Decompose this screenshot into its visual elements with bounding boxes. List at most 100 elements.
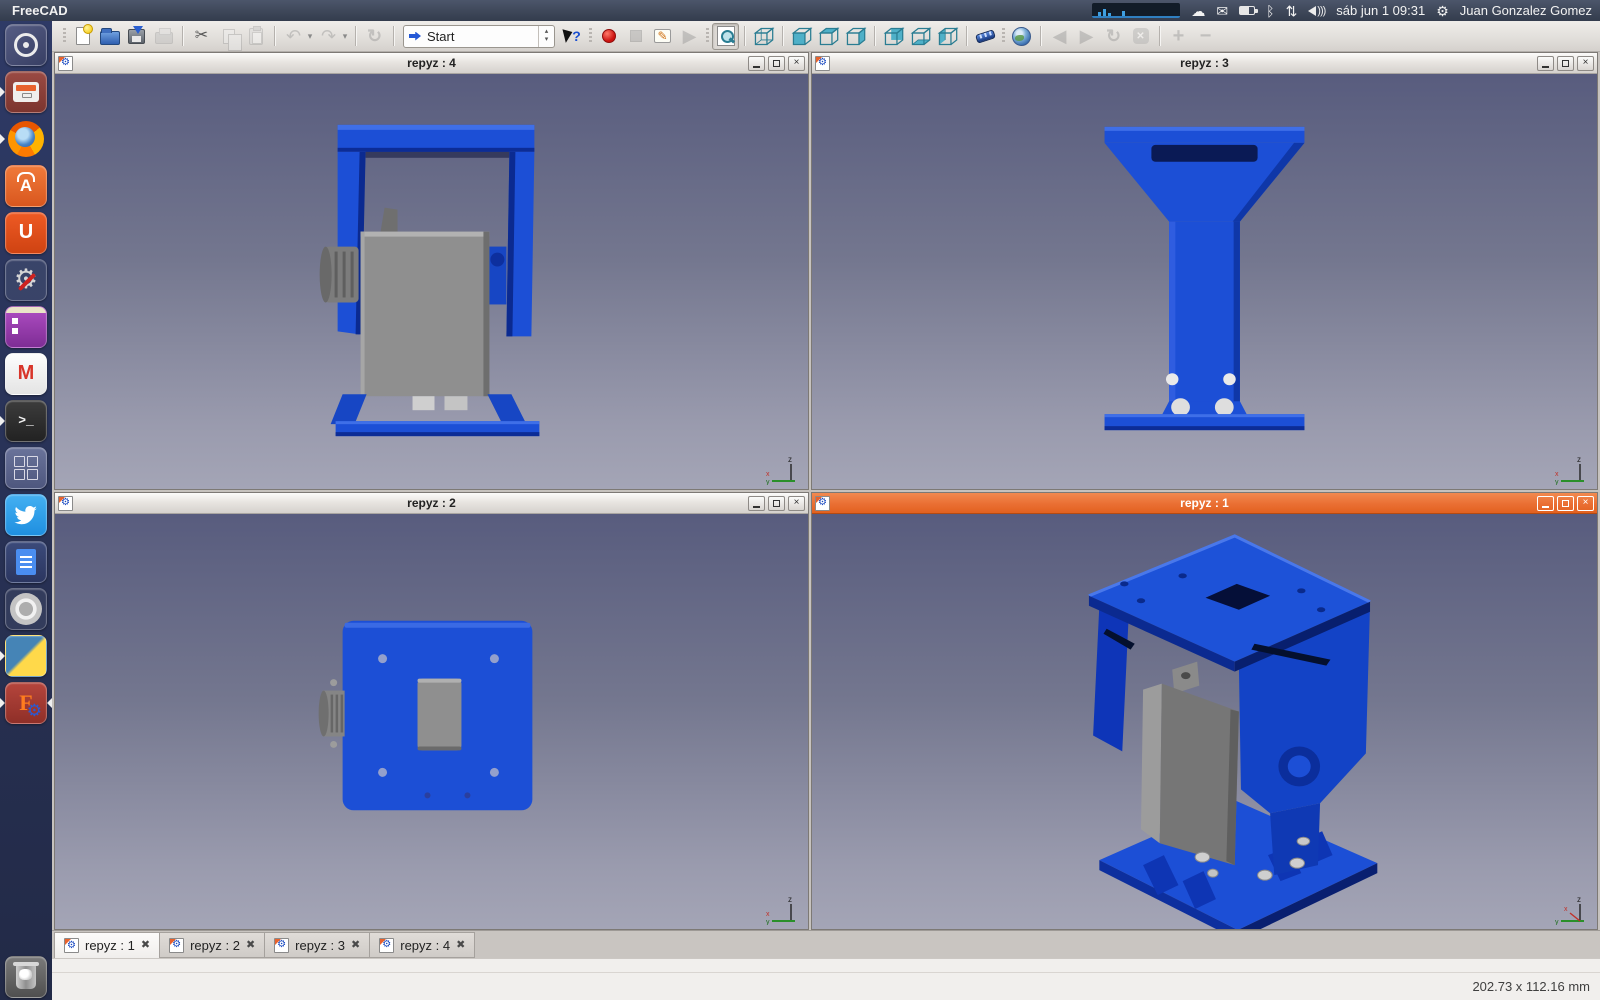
user-name[interactable]: Juan Gonzalez Gomez (1460, 3, 1592, 18)
web-refresh-button[interactable]: ↻ (1100, 23, 1127, 50)
titlebar-repyz-3[interactable]: ⚙ repyz : 3 × (812, 53, 1597, 74)
web-browser-button[interactable] (1008, 23, 1035, 50)
volume-icon[interactable]: ))) (1308, 5, 1325, 17)
close-button[interactable]: × (1577, 56, 1594, 71)
session-gear-icon[interactable]: ⚙ (1436, 4, 1449, 18)
tab-close-icon[interactable]: ✖ (246, 940, 255, 951)
launcher-item-python[interactable] (0, 632, 52, 679)
minimize-button[interactable] (748, 56, 765, 71)
web-stop-button[interactable]: ✕ (1127, 23, 1154, 50)
view-front-button[interactable] (788, 23, 815, 50)
save-button[interactable] (123, 23, 150, 50)
launcher-item-gmail[interactable]: M (0, 350, 52, 397)
redo-button[interactable]: ↷ (315, 23, 342, 50)
view-bottom-button[interactable] (907, 23, 934, 50)
workbench-selector[interactable]: Start ▴▾ (403, 25, 555, 48)
new-document-button[interactable] (69, 23, 96, 50)
paste-button[interactable] (242, 23, 269, 50)
tab-repyz-4[interactable]: ⚙ repyz : 4 ✖ (370, 932, 475, 958)
launcher-item-dash[interactable] (0, 21, 52, 68)
copy-button[interactable] (215, 23, 242, 50)
mdi-area: ⚙ repyz : 4 × (52, 52, 1600, 930)
workbench-spin-buttons[interactable]: ▴▾ (538, 26, 554, 47)
launcher-item-purple-app[interactable] (0, 303, 52, 350)
mail-icon[interactable]: ✉ (1216, 4, 1228, 18)
launcher-item-files[interactable] (0, 68, 52, 115)
launcher-item-docs[interactable] (0, 538, 52, 585)
back-arrow-icon: ◀ (1053, 27, 1067, 45)
viewport-top[interactable]: z x y (55, 514, 808, 929)
tab-repyz-2[interactable]: ⚙ repyz : 2 ✖ (160, 932, 265, 958)
refresh-button[interactable]: ↻ (361, 23, 388, 50)
battery-icon[interactable] (1239, 6, 1255, 15)
trash-icon (5, 956, 47, 998)
minimize-button[interactable] (1537, 496, 1554, 511)
launcher-item-twitter[interactable] (0, 491, 52, 538)
clock[interactable]: sáb jun 1 09:31 (1336, 3, 1425, 18)
axis-indicator: z x y (1553, 895, 1591, 925)
axis-indicator: z x y (1553, 455, 1591, 485)
titlebar-repyz-2[interactable]: ⚙ repyz : 2 × (55, 493, 808, 514)
launcher-item-freecad[interactable]: F⚙ (0, 679, 52, 726)
firefox-icon (5, 118, 47, 160)
maximize-button[interactable] (768, 56, 785, 71)
close-button[interactable]: × (788, 56, 805, 71)
network-transfer-icon[interactable]: ⇅ (1286, 4, 1298, 18)
zoom-out-button[interactable]: − (1192, 23, 1219, 50)
close-button[interactable]: × (1577, 496, 1594, 511)
print-button[interactable] (150, 23, 177, 50)
maximize-button[interactable] (1557, 496, 1574, 511)
launcher-item-trash[interactable] (0, 953, 52, 1000)
forward-arrow-icon: ▶ (1080, 27, 1094, 45)
view-left-button[interactable] (934, 23, 961, 50)
undo-button[interactable]: ↶ (280, 23, 307, 50)
whats-this-button[interactable]: ? (559, 23, 586, 50)
tab-close-icon[interactable]: ✖ (351, 940, 360, 951)
macro-record-button[interactable] (595, 23, 622, 50)
status-bar-strip (52, 959, 1600, 973)
close-button[interactable]: × (788, 496, 805, 511)
fit-all-button[interactable] (712, 23, 739, 50)
forward-button[interactable]: ▶ (1073, 23, 1100, 50)
tab-close-icon[interactable]: ✖ (141, 940, 150, 951)
view-right-button[interactable] (842, 23, 869, 50)
launcher-item-firefox[interactable] (0, 115, 52, 162)
launcher-item-chromium[interactable] (0, 585, 52, 632)
redo-icon: ↷ (321, 27, 336, 45)
back-button[interactable]: ◀ (1046, 23, 1073, 50)
measure-button[interactable] (972, 23, 999, 50)
zoom-in-button[interactable]: + (1165, 23, 1192, 50)
minimize-button[interactable] (748, 496, 765, 511)
google-docs-icon (5, 541, 47, 583)
launcher-item-terminal[interactable]: >_ (0, 397, 52, 444)
minimize-button[interactable] (1537, 56, 1554, 71)
cut-button[interactable]: ✂ (188, 23, 215, 50)
tab-repyz-3[interactable]: ⚙ repyz : 3 ✖ (265, 932, 370, 958)
titlebar-repyz-4[interactable]: ⚙ repyz : 4 × (55, 53, 808, 74)
launcher-item-settings[interactable]: ⚙ (0, 256, 52, 303)
globe-icon (1012, 27, 1031, 46)
axonometric-cube-icon (752, 25, 775, 48)
titlebar-repyz-1[interactable]: ⚙ repyz : 1 × (812, 493, 1597, 514)
maximize-button[interactable] (768, 496, 785, 511)
open-button[interactable] (96, 23, 123, 50)
viewport-side[interactable]: z x y (812, 74, 1597, 489)
maximize-button[interactable] (1557, 56, 1574, 71)
view-axonometric-button[interactable] (750, 23, 777, 50)
view-rear-button[interactable] (880, 23, 907, 50)
view-top-button[interactable] (815, 23, 842, 50)
macro-edit-button[interactable]: ✎ (649, 23, 676, 50)
bluetooth-icon[interactable]: ᛒ (1266, 4, 1274, 18)
macro-stop-button[interactable] (622, 23, 649, 50)
tab-close-icon[interactable]: ✖ (456, 940, 465, 951)
tab-repyz-1[interactable]: ⚙ repyz : 1 ✖ (54, 932, 160, 959)
viewport-axonometric[interactable]: z x y (812, 514, 1597, 929)
launcher-item-software-center[interactable]: A (0, 162, 52, 209)
launcher-item-workspaces[interactable] (0, 444, 52, 491)
toolbar-grip[interactable] (63, 28, 66, 44)
macro-play-button[interactable]: ▶ (676, 23, 703, 50)
network-activity-icon[interactable] (1092, 3, 1180, 18)
viewport-front[interactable]: z x y (55, 74, 808, 489)
launcher-item-ubuntu-one[interactable]: U (0, 209, 52, 256)
cloud-icon[interactable]: ☁ (1191, 4, 1205, 18)
